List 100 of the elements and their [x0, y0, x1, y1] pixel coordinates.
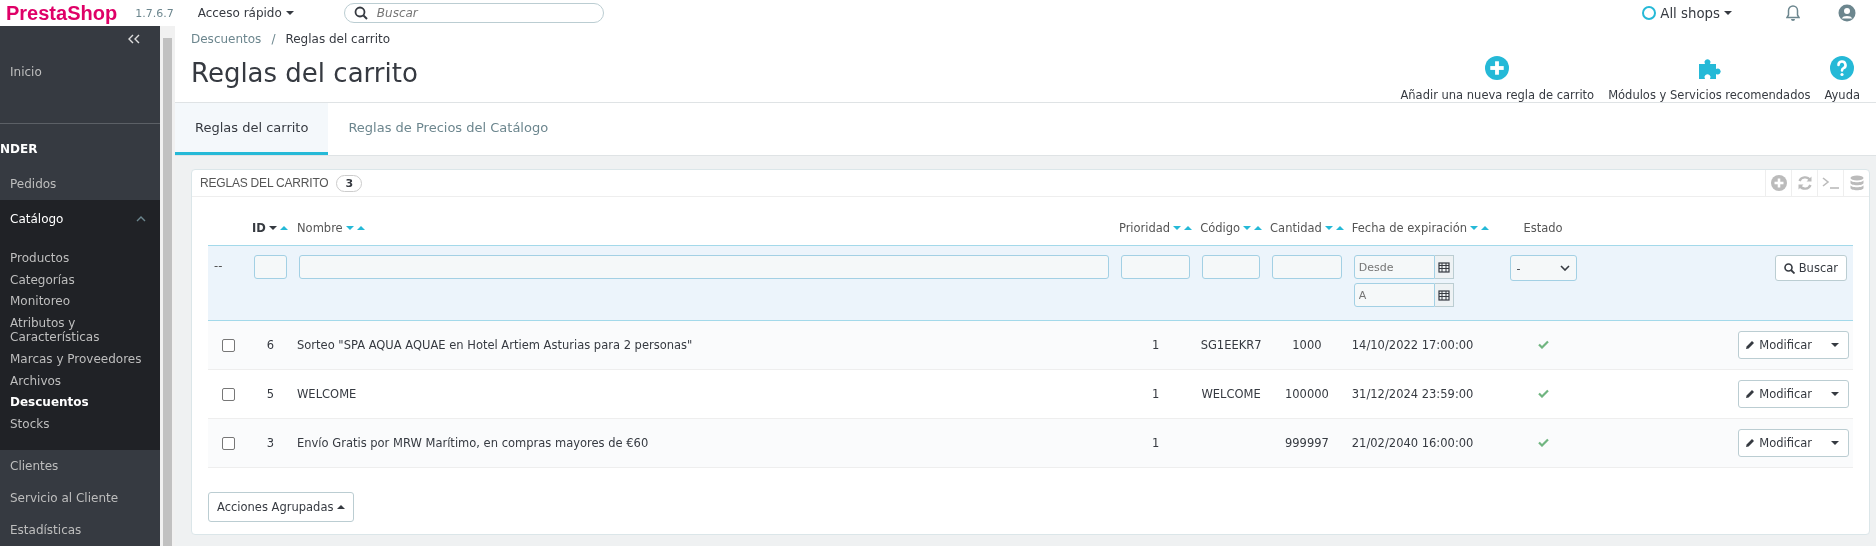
column-header[interactable]: Fecha de expiración — [1351, 221, 1467, 235]
breadcrumb-link[interactable]: Descuentos — [191, 32, 262, 46]
quantity-filter-field[interactable] — [1272, 255, 1342, 279]
table-cell: 14/10/2022 17:00:00 — [1351, 338, 1474, 352]
date-field[interactable]: A — [1353, 283, 1435, 307]
table-cell: 999997 — [1285, 436, 1329, 450]
sort-up-icon[interactable] — [1335, 225, 1344, 231]
table-cell: Sorteo "SPA AQUA AQUAE en Hotel Artiem Asturias para 2 personas" — [297, 338, 693, 352]
filter-marker: -- — [214, 258, 224, 273]
pencil-icon — [1745, 438, 1756, 448]
code-filter-field[interactable] — [1202, 255, 1261, 279]
table-cell: 1 — [1151, 338, 1160, 352]
calendar-icon[interactable] — [1437, 261, 1450, 273]
sidebar-subitem[interactable]: Monitoreo — [0, 291, 160, 314]
quick-access-menu[interactable]: Acceso rápido — [191, 5, 300, 21]
id-filter-field[interactable] — [254, 255, 287, 279]
refresh-icon[interactable] — [1796, 175, 1813, 191]
globe-icon — [1642, 6, 1657, 20]
column-header[interactable]: Cantidad — [1270, 221, 1322, 235]
shop-selector[interactable]: All shops — [1636, 4, 1738, 22]
name-filter-field[interactable] — [299, 255, 1109, 279]
bell-icon[interactable] — [1786, 5, 1800, 21]
caret-icon[interactable] — [1831, 391, 1839, 397]
sidebar-item[interactable]: Pedidos — [0, 167, 160, 200]
chevron-down-icon — [1559, 265, 1570, 271]
help-icon — [1830, 56, 1855, 80]
toolbar-button[interactable]: Añadir una nueva regla de carrito — [1400, 56, 1595, 102]
table-cell: 3 — [266, 436, 275, 450]
date-field[interactable]: Desde — [1353, 255, 1435, 279]
breadcrumb-separator: / — [271, 32, 276, 46]
pencil-icon — [1745, 389, 1756, 399]
toolbar-button[interactable]: Módulos y Servicios recomendados — [1608, 56, 1811, 102]
column-header: Estado — [1523, 221, 1563, 235]
table-cell: 1 — [1151, 436, 1160, 450]
status-select[interactable]: - — [1509, 255, 1577, 281]
sidebar-subitem[interactable]: Categorías — [0, 269, 160, 292]
section-heading: NDER — [0, 140, 39, 158]
sidebar-subitem[interactable]: Descuentos — [0, 392, 160, 415]
table-cell: 5 — [266, 387, 275, 401]
column-header[interactable]: Prioridad — [1118, 221, 1171, 235]
breadcrumb-current: Reglas del carrito — [285, 32, 391, 46]
caret-icon — [285, 10, 294, 16]
panel-title: REGLAS DEL CARRITO — [200, 176, 329, 190]
column-header[interactable]: Código — [1200, 221, 1241, 235]
collapse-icon[interactable] — [128, 34, 140, 44]
sort-up-icon[interactable] — [1254, 225, 1263, 231]
sort-up-icon[interactable] — [1481, 225, 1489, 231]
sidebar-subitem[interactable]: Archivos — [0, 370, 160, 393]
table-cell: 6 — [266, 338, 275, 352]
calendar-icon[interactable] — [1437, 289, 1450, 301]
table-cell: 1000 — [1292, 338, 1322, 352]
table-cell: SG1EEKR7 — [1200, 338, 1262, 352]
column-header[interactable]: Nombre — [297, 221, 343, 235]
row-checkbox[interactable] — [222, 388, 235, 401]
terminal-icon[interactable] — [1821, 176, 1840, 190]
search-icon — [1783, 262, 1795, 274]
sort-up-icon[interactable] — [356, 225, 365, 231]
table-cell: WELCOME — [297, 387, 357, 401]
sidebar-label: Catálogo — [10, 211, 64, 226]
pencil-icon — [1745, 340, 1756, 350]
row-checkbox[interactable] — [222, 437, 235, 450]
add-icon[interactable] — [1770, 175, 1787, 191]
tab[interactable]: Reglas del carrito — [175, 103, 329, 155]
chevron-up-icon — [136, 215, 146, 222]
caret-icon[interactable] — [1831, 440, 1839, 446]
caret-icon — [337, 504, 346, 510]
sort-down-icon[interactable] — [268, 225, 277, 231]
sidebar-item[interactable]: Catálogo — [0, 199, 160, 238]
puzzle-icon — [1696, 56, 1723, 80]
sidebar-item[interactable]: Estadísticas — [0, 514, 160, 546]
bulk-actions-button[interactable]: Acciones Agrupadas — [208, 492, 355, 522]
table-cell: 21/02/2040 16:00:00 — [1351, 436, 1474, 450]
search-button[interactable]: Buscar — [1774, 255, 1847, 281]
column-header[interactable]: ID — [252, 221, 266, 235]
table-cell: 100000 — [1285, 387, 1329, 401]
caret-icon[interactable] — [1831, 342, 1839, 348]
table-cell: 1 — [1151, 387, 1160, 401]
database-icon[interactable] — [1849, 174, 1864, 192]
row-checkbox[interactable] — [222, 339, 235, 352]
sidebar-item[interactable]: Clientes — [0, 450, 160, 482]
sidebar-item[interactable]: Inicio — [0, 56, 160, 88]
sidebar-item[interactable]: Servicio al Cliente — [0, 482, 160, 514]
table-cell: Envío Gratis por MRW Marítimo, en compras mayores de €60 — [297, 436, 649, 450]
version-label: 1.7.6.7 — [135, 6, 174, 20]
caret-icon — [1724, 10, 1732, 16]
tab[interactable]: Reglas de Precios del Catálogo — [328, 103, 569, 155]
sort-up-icon[interactable] — [1184, 225, 1193, 231]
sidebar-subitem[interactable]: Stocks — [0, 414, 160, 436]
add-icon — [1485, 56, 1510, 80]
priority-filter-field[interactable] — [1120, 255, 1191, 279]
table-cell: 31/12/2024 23:59:00 — [1351, 387, 1474, 401]
sidebar-subitem[interactable]: Atributos y Características — [0, 313, 160, 349]
search-field[interactable]: Buscar — [343, 3, 604, 23]
toolbar-button[interactable]: Ayuda — [1824, 56, 1860, 102]
page-title: Reglas del carrito — [191, 58, 418, 88]
sidebar-subitem[interactable]: Productos — [0, 247, 160, 270]
logo[interactable]: PrestaShop — [6, 3, 118, 23]
user-icon[interactable] — [1838, 4, 1856, 22]
sidebar-subitem[interactable]: Marcas y Proveedores — [0, 348, 160, 371]
table-cell: WELCOME — [1201, 387, 1261, 401]
